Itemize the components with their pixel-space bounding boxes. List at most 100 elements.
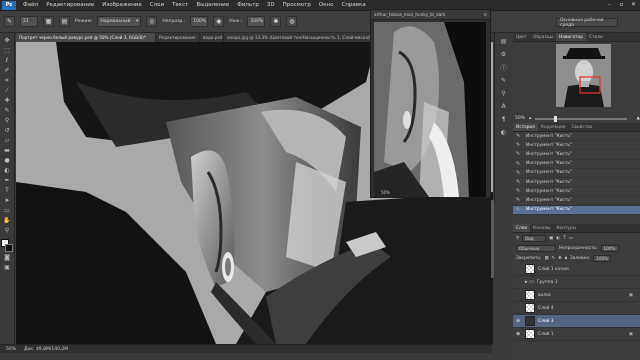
workspace-select[interactable]: Основная рабочая среда [556,18,618,28]
menu-file[interactable]: Файл [19,0,42,11]
gradient-tool-icon[interactable]: ▬ [2,146,13,155]
zoom-slider-knob[interactable] [553,115,557,122]
history-item[interactable]: ✎ Инструмент "Кисть" [513,196,640,206]
status-zoom[interactable]: 50% [6,347,16,352]
history-item[interactable]: ✎ Инструмент "Кисть" [513,150,640,160]
move-tool-icon[interactable]: ✥ [2,36,13,45]
tab-paths[interactable]: Контуры [553,224,579,232]
info-panel-icon[interactable]: ⓘ [498,62,510,72]
lock-all-icon[interactable]: 🔒︎ [565,256,567,261]
close-icon[interactable]: ✕ [629,1,638,9]
maximize-icon[interactable]: ▫ [617,1,626,9]
menu-select[interactable]: Выделение [192,0,233,11]
eraser-tool-icon[interactable]: ▱ [2,136,13,145]
pressure-field[interactable]: 100% [247,16,266,27]
doc-tab-holdo[interactable]: холдо.jpg @ 13.3% (Цветовой тон/Насыщенн… [224,33,372,42]
adjustments-panel-icon[interactable]: ◐ [498,127,510,137]
zoom-out-icon[interactable]: ▴ [529,116,531,121]
history-item[interactable]: ✎ Инструмент "Кисть" [513,132,640,142]
history-panel-icon[interactable]: ▤ [498,36,510,46]
reference-window-titlebar[interactable]: arthur_tobias_man_hunky_bl_dark ✕ [371,10,490,20]
menu-help[interactable]: Справка [337,0,369,11]
history-item[interactable]: ✎ Инструмент "Кисть" [513,178,640,188]
paragraph-panel-icon[interactable]: ¶ [498,114,510,124]
path-select-tool-icon[interactable]: ➤ [2,196,13,205]
mode-select[interactable]: Нормальный ▾ [97,16,142,27]
properties-panel-icon[interactable]: ⚙ [498,49,510,59]
close-icon[interactable]: ✕ [483,10,490,19]
blur-tool-icon[interactable]: ● [2,156,13,165]
dodge-tool-icon[interactable]: ◐ [2,166,13,175]
folder-icon[interactable]: ▸ ▭ [525,279,534,285]
zoom-tool-icon[interactable]: ⚲ [2,226,13,235]
menu-layers[interactable]: Слои [146,0,168,11]
layer-row[interactable]: ◉ Слой 3 [513,315,640,328]
layer-row[interactable]: ◉ Слой 1 ▣ [513,328,640,341]
zoom-in-icon[interactable]: ▲ [637,116,640,121]
filter-shape-icon[interactable]: ▭ [569,236,573,241]
history-item[interactable]: ✎ Инструмент "Кисть" [513,187,640,197]
menu-window[interactable]: Окно [315,0,338,11]
layer-opacity-field[interactable]: 100% [600,244,619,252]
navigator-zoom-slider[interactable] [535,115,627,122]
lasso-tool-icon[interactable]: ℓ [2,56,13,65]
tab-color[interactable]: Цвет [513,33,530,41]
eye-icon[interactable]: ◉ [516,331,522,337]
menu-3d[interactable]: 3D [263,0,279,11]
brush-presets-icon[interactable]: ▤ [59,16,70,27]
layer-row[interactable]: Слой 4 [513,302,640,315]
lock-paint-icon[interactable]: ✎ [552,256,556,261]
tablet-opacity-icon[interactable]: ◎ [146,16,158,27]
type-tool-icon[interactable]: T [2,186,13,195]
tab-styles[interactable]: Стили [586,33,606,41]
menu-text[interactable]: Текст [168,0,192,11]
tab-channels[interactable]: Каналы [530,224,553,232]
history-item[interactable]: ✎ Инструмент "Кисть" [513,169,640,178]
history-item[interactable]: ✎ Инструмент "Кисть" [513,205,640,215]
screen-mode-icon[interactable]: ▣ [2,263,13,272]
hand-tool-icon[interactable]: ✋ [2,216,13,225]
reference-window[interactable]: arthur_tobias_man_hunky_bl_dark ✕ 50% [370,9,491,198]
quick-mask-icon[interactable]: ◙ [2,253,13,262]
eyedropper-tool-icon[interactable]: ⁄ [2,86,13,95]
blend-mode-select[interactable]: Обычные [516,244,556,252]
brush-panel-icon[interactable]: ✎ [498,75,510,85]
brush-tool-icon[interactable]: ✎ [4,16,15,27]
brush-size-picker[interactable]: 21 [20,16,38,27]
filter-adjust-icon[interactable]: ◐ [556,236,560,241]
history-item[interactable]: ✎ Инструмент "Кисть" [513,141,640,151]
color-swatches[interactable] [1,238,13,253]
history-item[interactable]: ✎ Инструмент "Кисть" [513,160,640,169]
layer-row[interactable]: волос ▣ [513,289,640,302]
pen-tool-icon[interactable]: ✒ [2,176,13,185]
brush-tool-icon[interactable]: ✎ [2,106,13,115]
crop-tool-icon[interactable]: ⌗ [2,76,13,85]
brush-panel-icon[interactable]: ▦ [43,16,54,27]
quick-select-tool-icon[interactable]: ✐ [2,66,13,75]
character-panel-icon[interactable]: A [498,101,510,111]
history-brush-tool-icon[interactable]: ↺ [2,126,13,135]
doc-tab-water[interactable]: вода.psd [200,33,224,42]
menu-edit[interactable]: Редактирование [42,0,98,11]
tab-adjustments[interactable]: Коррекция [538,123,569,131]
tab-navigator[interactable]: Навигатор [556,33,586,41]
doc-tab-portrait[interactable]: Портрет черно белый ракурс.psd @ 50% (Сл… [16,33,156,42]
clone-stamp-tool-icon[interactable]: ⚲ [2,116,13,125]
layers-kind-select[interactable]: Вид [522,234,547,242]
menu-view[interactable]: Просмотр [279,0,315,11]
doc-tab-edit[interactable]: Редактирование [156,33,200,42]
shape-tool-icon[interactable]: ▭ [2,206,13,215]
tablet-size-icon[interactable]: ◍ [286,16,298,27]
lock-position-icon[interactable]: ✥ [558,256,562,261]
menu-image[interactable]: Изображение [98,0,146,11]
background-color[interactable] [5,243,13,252]
airbrush-icon[interactable]: ✱ [270,16,282,27]
menu-filter[interactable]: Фильтр [233,0,263,11]
navigator-zoom-value[interactable]: 50% [515,116,525,121]
lock-pixels-icon[interactable]: ▦ [544,256,548,261]
filter-type-icon[interactable]: T [563,236,566,241]
healing-tool-icon[interactable]: ✚ [2,96,13,105]
clone-source-icon[interactable]: ⚲ [498,88,510,98]
navigator-thumbnail[interactable] [556,44,611,107]
opacity-field[interactable]: 100% [190,16,209,27]
